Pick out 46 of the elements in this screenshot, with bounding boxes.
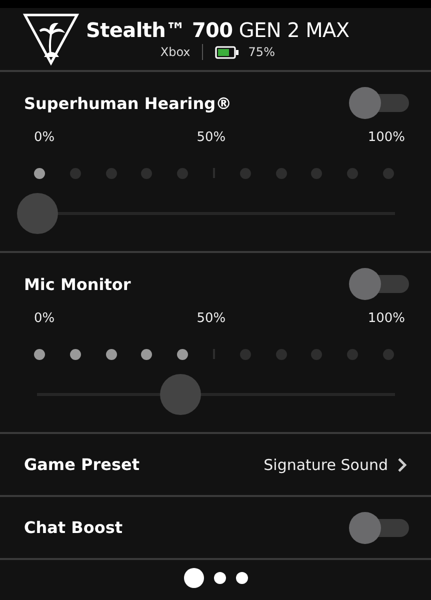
tick-label: 0% [34,130,55,145]
toggle-switch[interactable] [349,87,409,119]
step-dot [276,348,287,360]
setting-title: Game Preset [24,455,140,474]
step-dot [34,348,45,360]
logo-icon [22,12,80,66]
step-dot [70,348,81,360]
platform-label: Xbox [160,45,190,59]
setting-title: Mic Monitor [24,274,131,294]
page-indicator-dot[interactable] [214,572,226,584]
step-dot [311,168,322,178]
battery-icon [215,46,240,58]
step-dot [34,168,45,178]
page-indicator-dot[interactable] [236,572,248,584]
chevron-icon [397,456,407,472]
page-indicator-dot[interactable] [184,568,204,588]
step-dot [382,168,394,178]
tick-label: 0% [34,311,55,326]
step-dot [70,168,81,178]
step-dot [106,168,117,178]
slider-track[interactable] [16,193,395,234]
step-dot [311,348,322,360]
step-dot [382,348,394,360]
setting-title: Superhuman Hearing® [24,94,232,112]
device-title: Stealth™ 700 GEN 2 MAX [86,18,350,42]
step-dot [177,348,188,360]
step-dot [141,348,152,360]
step-dot [240,168,251,178]
toggle-switch[interactable] [349,268,409,300]
tick-label: 50% [196,130,226,145]
toggle-switch[interactable] [349,512,409,544]
step-dot [141,168,152,178]
step-dot [240,348,251,360]
tick-label: 100% [368,130,405,145]
step-dot [347,168,358,178]
setting-title: Chat Boost [24,518,122,537]
step-dot [276,168,287,178]
slider-thumb[interactable] [160,374,202,415]
step-dot [177,168,188,178]
preset-link[interactable]: Signature Sound [264,456,407,474]
slider-thumb[interactable] [17,193,58,234]
battery-percent: 75% [248,45,275,59]
step-dot [347,348,358,360]
step-dot [106,348,117,360]
tick-label: 50% [196,311,226,326]
tick-label: 100% [368,311,405,326]
